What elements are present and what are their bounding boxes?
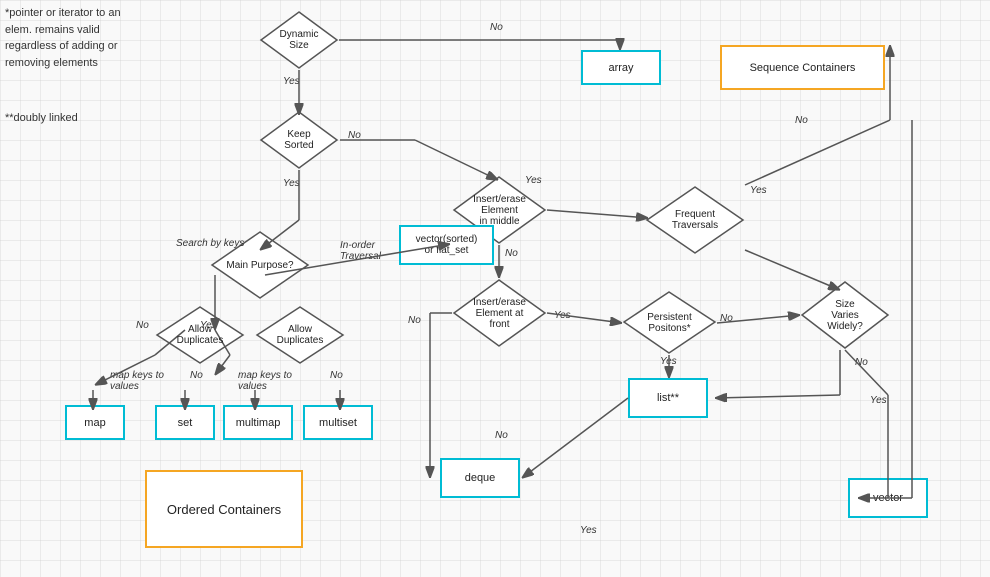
note-pointer: *pointer or iterator to anelem. remains … [5, 5, 121, 71]
label-no-dup-left: No [136, 320, 149, 331]
label-no-insert-front: No [408, 315, 421, 326]
label-no-dynamic: No [490, 22, 503, 33]
label-yes-dup-left: Yes [200, 320, 217, 331]
box-array: array [581, 50, 661, 85]
label-in-order: In-orderTraversal [340, 240, 381, 262]
label-yes-dynamic: Yes [283, 76, 300, 87]
box-set: set [155, 405, 215, 440]
box-multimap: multimap [223, 405, 293, 440]
box-list: list** [628, 378, 708, 418]
box-vector-sorted: vector(sorted)or flat_set [399, 225, 494, 265]
flowchart-canvas: *pointer or iterator to anelem. remains … [0, 0, 990, 577]
note-doubly-linked: **doubly linked [5, 110, 78, 127]
diamond-frequent-traversals: FrequentTraversals [645, 185, 745, 255]
label-no-freq: No [795, 115, 808, 126]
label-map-keys-2: map keys tovalues [238, 370, 292, 392]
box-sequence-containers: Sequence Containers [720, 45, 885, 90]
label-no-map-2: No [330, 370, 343, 381]
diamond-allow-dup-left: AllowDuplicates [155, 305, 245, 365]
diamond-persistent-positions: PersistentPositons* [622, 290, 717, 355]
label-map-keys-1: map keys tovalues [110, 370, 164, 392]
box-multiset: multiset [303, 405, 373, 440]
label-no-keep-sorted: No [348, 130, 361, 141]
label-no-persist: No [720, 313, 733, 324]
label-no-bottom: No [495, 430, 508, 441]
diamond-insert-erase-front: Insert/eraseElement atfront [452, 278, 547, 348]
diamond-keep-sorted: KeepSorted [259, 110, 339, 170]
box-vector: vector [848, 478, 928, 518]
diamond-size-varies: SizeVariesWidely? [800, 280, 890, 350]
label-no-insert-middle: No [505, 248, 518, 259]
box-map: map [65, 405, 125, 440]
label-yes-insert-front: Yes [554, 310, 571, 321]
label-yes-bottom: Yes [580, 525, 597, 536]
box-ordered-containers: Ordered Containers [145, 470, 303, 548]
box-deque: deque [440, 458, 520, 498]
diamond-dynamic-size: DynamicSize [259, 10, 339, 70]
label-no-map-1: No [190, 370, 203, 381]
label-yes-freq: Yes [750, 185, 767, 196]
label-yes-size: Yes [870, 395, 887, 406]
label-yes-insert-middle: Yes [525, 175, 542, 186]
label-yes-keep-sorted: Yes [283, 178, 300, 189]
diamond-allow-dup-right: AllowDuplicates [255, 305, 345, 365]
label-search-by-keys: Search by keys [176, 238, 244, 249]
label-no-size: No [855, 357, 868, 368]
label-yes-persist: Yes [660, 356, 677, 367]
